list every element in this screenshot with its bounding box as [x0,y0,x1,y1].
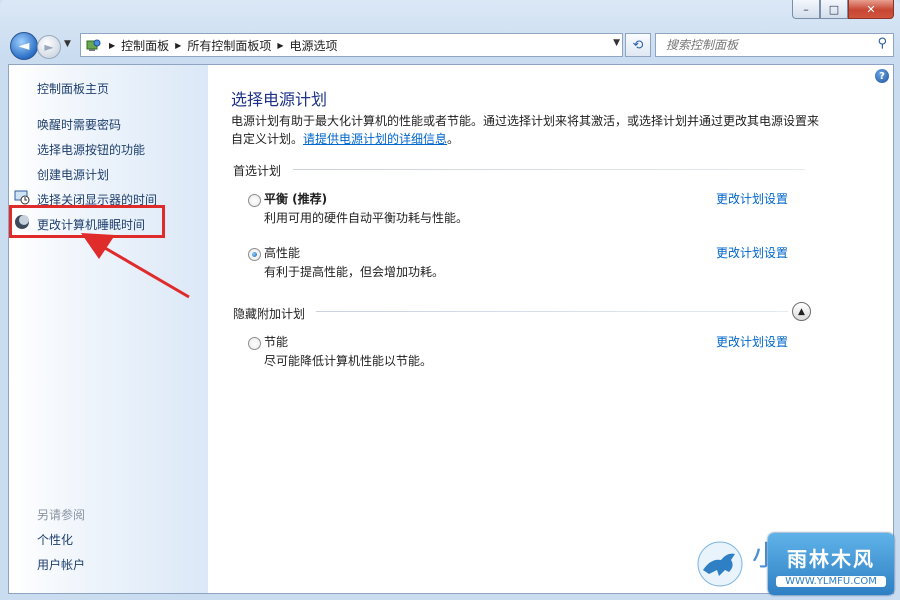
page-description: 电源计划有助于最大化计算机的性能或者节能。通过选择计划来将其激活，或选择计划并通… [231,114,820,146]
search-box[interactable]: ⚲ [655,33,894,57]
breadcrumb-item-power-options[interactable]: 电源选项 [290,37,338,54]
chevron-up-icon: ▲ [798,306,805,317]
change-plan-settings-link-power-saver[interactable]: 更改计划设置 [716,333,788,350]
address-dropdown-icon[interactable]: ▼ [613,38,620,48]
caption-buttons: – □ ✕ [792,0,894,19]
search-icon[interactable]: ⚲ [877,36,887,51]
refresh-icon: ⟲ [632,37,644,53]
back-button[interactable]: ◄ [10,32,38,60]
breadcrumb-arrow-icon[interactable]: ▶ [109,41,115,50]
sidebar-link-home[interactable]: 控制面板主页 [37,80,109,97]
watermark-badge-url: WWW.YLMFU.COM [776,576,886,587]
change-plan-settings-link-balanced[interactable]: 更改计划设置 [716,190,788,207]
content-frame: 控制面板主页 唤醒时需要密码 选择电源按钮的功能 创建电源计划 选择关闭显示器的… [8,64,894,594]
see-also-heading: 另请参阅 [37,508,86,522]
close-button[interactable]: ✕ [848,0,894,19]
sidebar-link-personalization[interactable]: 个性化 [37,531,73,548]
group-divider [293,169,805,170]
breadcrumb-item-control-panel[interactable]: 控制面板 [121,37,169,54]
collapse-hidden-plans-button[interactable]: ▲ [792,302,811,321]
page-title: 选择电源计划 [231,90,328,109]
plan-radio-power-saver[interactable] [248,337,261,350]
maximize-button[interactable]: □ [820,0,848,19]
task-pane: 控制面板主页 唤醒时需要密码 选择电源按钮的功能 创建电源计划 选择关闭显示器的… [9,65,208,593]
refresh-button[interactable]: ⟲ [625,33,651,57]
plan-radio-high-performance[interactable] [248,248,261,261]
breadcrumb-item-all-items[interactable]: 所有控制面板项 [187,37,271,54]
group-divider [316,311,788,312]
monitor-clock-icon [14,190,30,205]
plan-name-balanced[interactable]: 平衡 (推荐) [264,190,327,207]
sidebar-link-user-accounts[interactable]: 用户帐户 [37,556,85,573]
sidebar-link-wake-password[interactable]: 唤醒时需要密码 [37,116,121,133]
sidebar-link-create-plan[interactable]: 创建电源计划 [37,166,109,183]
hidden-plans-label: 隐藏附加计划 [233,307,306,321]
minimize-button[interactable]: – [792,0,820,19]
plan-desc-high-performance: 有利于提高性能，但会增加功耗。 [264,265,445,279]
annotation-arrow-icon [81,233,190,299]
breadcrumb-arrow-icon[interactable]: ▶ [175,41,181,50]
plan-name-high-performance[interactable]: 高性能 [264,244,300,261]
watermark-badge: 雨林木风 WWW.YLMFU.COM [768,533,894,595]
recent-pages-dropdown[interactable]: ▼ [64,39,71,49]
change-plan-settings-link-high-performance[interactable]: 更改计划设置 [716,244,788,261]
address-bar[interactable]: ▶ 控制面板 ▶ 所有控制面板项 ▶ 电源选项 ▼ [80,33,623,57]
plan-radio-balanced[interactable] [248,194,261,207]
watermark-badge-title: 雨林木风 [787,547,875,571]
help-icon[interactable]: ? [875,69,889,83]
plan-details-link[interactable]: 请提供电源计划的详细信息 [303,132,447,146]
breadcrumb: ▶ 控制面板 ▶ 所有控制面板项 ▶ 电源选项 [103,37,338,54]
control-panel-window: – □ ✕ ◄ ► ▼ ▶ 控制面板 ▶ 所有控制面板项 ▶ 电源选项 ▼ ⟲ … [0,0,900,600]
watermark-horse-logo [697,541,743,587]
search-input[interactable] [664,37,873,53]
plan-desc-power-saver: 尽可能降低计算机性能以节能。 [264,354,433,368]
plan-name-power-saver[interactable]: 节能 [264,333,288,350]
control-panel-icon [85,37,103,53]
navigation-toolbar: ◄ ► ▼ ▶ 控制面板 ▶ 所有控制面板项 ▶ 电源选项 ▼ ⟲ 搜索控制面板… [8,32,894,60]
breadcrumb-arrow-icon[interactable]: ▶ [277,41,283,50]
main-content: ? 选择电源计划 电源计划有助于最大化计算机的性能或者节能。通过选择计划来将其激… [208,65,893,593]
preferred-plans-label: 首选计划 [233,164,282,178]
sidebar-link-power-buttons[interactable]: 选择电源按钮的功能 [37,141,145,158]
plan-desc-balanced: 利用可用的硬件自动平衡功耗与性能。 [264,211,469,225]
forward-button[interactable]: ► [37,35,61,59]
